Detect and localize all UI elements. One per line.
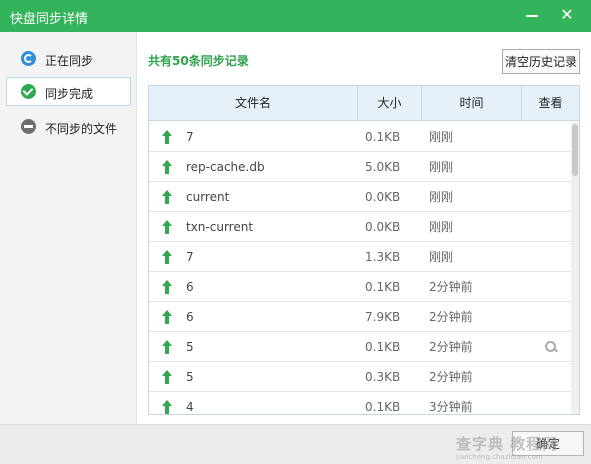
- watermark-url: jiaocheng.chazidian.com: [456, 453, 543, 461]
- table-body: 7 0.1KB 刚刚 rep-cache.db 5.0KB 刚刚 current…: [149, 122, 571, 414]
- sidebar-item-label: 正在同步: [45, 54, 94, 68]
- minus-circle-icon: [21, 119, 36, 134]
- file-name: 4: [186, 400, 194, 414]
- minimize-button[interactable]: [520, 5, 544, 27]
- sync-time: 2分钟前: [429, 280, 473, 294]
- file-name: 6: [186, 280, 194, 294]
- column-header-time[interactable]: 时间: [422, 86, 522, 121]
- table-row[interactable]: 5 0.3KB 2分钟前: [149, 362, 571, 392]
- file-name: 5: [186, 370, 194, 384]
- table-header: 文件名 大小 时间 查看: [149, 86, 579, 121]
- table-row[interactable]: 5 0.1KB 2分钟前: [149, 332, 571, 362]
- sidebar-item-label: 同步完成: [45, 87, 94, 101]
- vertical-scrollbar[interactable]: [571, 122, 579, 414]
- file-size: 5.0KB: [365, 160, 401, 174]
- table-row[interactable]: 4 0.1KB 3分钟前: [149, 392, 571, 414]
- file-size: 0.1KB: [365, 400, 401, 414]
- column-header-view[interactable]: 查看: [522, 86, 579, 121]
- table-row[interactable]: rep-cache.db 5.0KB 刚刚: [149, 152, 571, 182]
- record-count: 共有50条同步记录: [148, 54, 249, 68]
- table-row[interactable]: txn-current 0.0KB 刚刚: [149, 212, 571, 242]
- file-size: 7.9KB: [365, 310, 401, 324]
- clear-history-button[interactable]: 清空历史记录: [502, 49, 580, 74]
- sync-time: 刚刚: [429, 250, 454, 264]
- column-header-size[interactable]: 大小: [358, 86, 422, 121]
- sync-time: 刚刚: [429, 190, 454, 204]
- footer-bar: 确定 查字典 教程网 jiaocheng.chazidian.com: [0, 424, 591, 464]
- close-button[interactable]: ✕: [555, 5, 579, 27]
- sidebar: 正在同步 同步完成 不同步的文件: [0, 32, 137, 424]
- window-title: 快盘同步详情: [10, 12, 89, 27]
- title-bar: 快盘同步详情 ✕: [0, 0, 591, 32]
- column-header-filename[interactable]: 文件名: [149, 86, 358, 121]
- sidebar-item-sync-complete[interactable]: 同步完成: [6, 77, 131, 106]
- sync-time: 2分钟前: [429, 340, 473, 354]
- main-panel: 共有50条同步记录 清空历史记录 文件名 大小 时间 查看 7 0.1KB 刚刚…: [138, 32, 591, 424]
- magnifier-icon[interactable]: [545, 341, 557, 353]
- scrollbar-thumb[interactable]: [572, 124, 578, 176]
- table-row[interactable]: 7 1.3KB 刚刚: [149, 242, 571, 272]
- file-size: 0.0KB: [365, 190, 401, 204]
- file-name: 7: [186, 250, 194, 264]
- sync-time: 刚刚: [429, 130, 454, 144]
- check-circle-icon: [21, 84, 36, 99]
- file-name: 5: [186, 340, 194, 354]
- file-name: current: [186, 190, 230, 204]
- sidebar-item-not-synced[interactable]: 不同步的文件: [6, 112, 131, 141]
- sidebar-item-syncing[interactable]: 正在同步: [6, 44, 131, 73]
- file-size: 0.3KB: [365, 370, 401, 384]
- file-size: 0.1KB: [365, 340, 401, 354]
- sync-time: 2分钟前: [429, 310, 473, 324]
- table-row[interactable]: current 0.0KB 刚刚: [149, 182, 571, 212]
- file-size: 0.1KB: [365, 130, 401, 144]
- file-name: txn-current: [186, 220, 254, 234]
- file-name: 7: [186, 130, 194, 144]
- table-row[interactable]: 6 0.1KB 2分钟前: [149, 272, 571, 302]
- file-size: 0.0KB: [365, 220, 401, 234]
- sync-time: 刚刚: [429, 220, 454, 234]
- sync-icon: [21, 51, 36, 66]
- file-size: 0.1KB: [365, 280, 401, 294]
- file-name: 6: [186, 310, 194, 324]
- table-row[interactable]: 7 0.1KB 刚刚: [149, 122, 571, 152]
- sync-time: 2分钟前: [429, 370, 473, 384]
- table-row[interactable]: 6 7.9KB 2分钟前: [149, 302, 571, 332]
- sync-time: 刚刚: [429, 160, 454, 174]
- file-size: 1.3KB: [365, 250, 401, 264]
- sync-records-table: 文件名 大小 时间 查看 7 0.1KB 刚刚 rep-cache.db 5.0…: [148, 85, 580, 415]
- file-name: rep-cache.db: [186, 160, 265, 174]
- sync-time: 3分钟前: [429, 400, 473, 414]
- sidebar-item-label: 不同步的文件: [45, 122, 118, 136]
- watermark: 查字典 教程网: [456, 435, 559, 453]
